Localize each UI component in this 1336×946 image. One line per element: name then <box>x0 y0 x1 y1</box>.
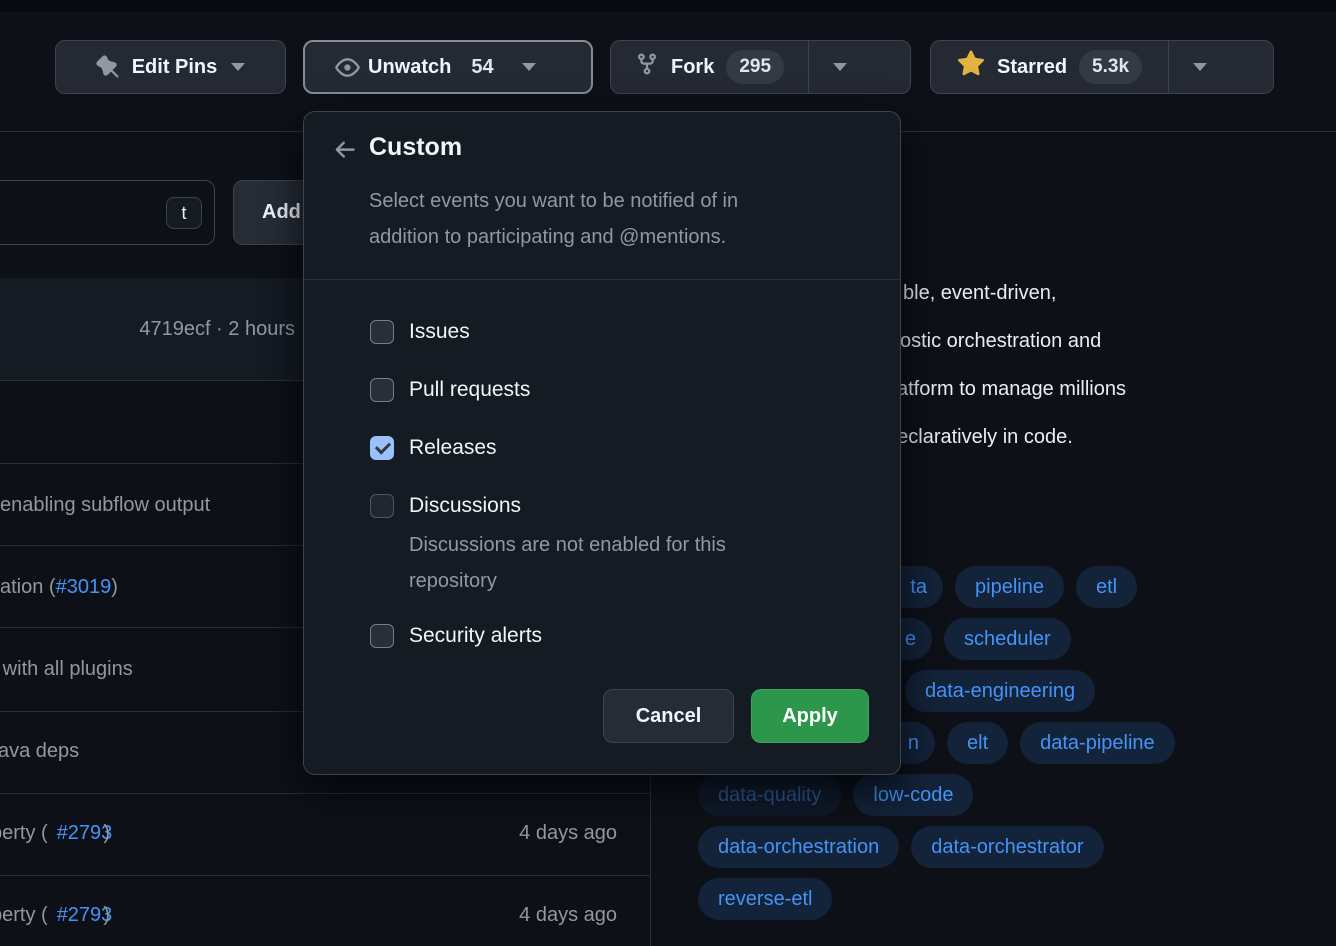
pin-icon <box>96 55 120 79</box>
commit-message: perty ( <box>0 904 48 926</box>
discussions-note: repository <box>409 570 497 593</box>
edit-pins-button[interactable]: Edit Pins <box>55 40 286 94</box>
topics-row: n elt data-pipeline <box>860 722 1175 764</box>
popover-divider <box>304 279 900 280</box>
fork-dropdown-button[interactable] <box>808 41 871 93</box>
topic-tag[interactable]: data-engineering <box>905 670 1095 712</box>
topic-tag[interactable]: data-pipeline <box>1020 722 1175 764</box>
fork-count-badge: 295 <box>726 50 784 84</box>
fork-label: Fork <box>671 56 714 79</box>
chevron-down-icon <box>231 63 245 71</box>
star-icon <box>957 50 985 84</box>
repo-description-line: ble, event-driven, <box>903 282 1056 305</box>
discussions-checkbox[interactable] <box>370 494 394 518</box>
eye-icon <box>335 55 360 80</box>
pull-requests-label[interactable]: Pull requests <box>409 378 530 402</box>
unwatch-button[interactable]: Unwatch 54 <box>303 40 593 94</box>
releases-label[interactable]: Releases <box>409 436 497 460</box>
chevron-down-icon <box>833 63 847 71</box>
popover-title: Custom <box>369 133 462 162</box>
topic-tag[interactable]: data-orchestration <box>698 826 899 868</box>
topic-tag[interactable]: scheduler <box>944 618 1071 660</box>
chevron-down-icon <box>522 63 536 71</box>
unwatch-label: Unwatch <box>368 56 451 79</box>
topics-row: data-engineering <box>905 670 1095 712</box>
latest-commit-link[interactable]: 4719ecf · 2 hours <box>0 318 295 341</box>
commit-message: ava deps <box>0 740 79 762</box>
topics-row: data-quality low-code <box>698 774 973 816</box>
commit-message: ation ( <box>0 576 56 598</box>
topics-row: data-orchestration data-orchestrator <box>698 826 1104 868</box>
topic-tag[interactable]: reverse-etl <box>698 878 832 920</box>
starred-button[interactable]: Starred 5.3k <box>931 41 1168 93</box>
releases-checkbox[interactable] <box>370 436 394 460</box>
popover-subtitle: Select events you want to be notified of… <box>369 190 738 213</box>
pull-requests-checkbox[interactable] <box>370 378 394 402</box>
row-divider <box>0 875 650 876</box>
watchers-count: 54 <box>471 56 493 79</box>
top-edge-strip <box>0 0 1336 12</box>
repo-description-line: ostic orchestration and <box>900 330 1101 353</box>
security-alerts-checkbox[interactable] <box>370 624 394 648</box>
popover-subtitle: addition to participating and @mentions. <box>369 226 726 249</box>
repo-description-line: declaratively in code. <box>886 426 1073 449</box>
commit-message-suffix: ) <box>111 576 118 598</box>
commit-message: perty ( <box>0 822 48 844</box>
commit-age: 4 days ago <box>400 904 617 927</box>
edit-pins-label: Edit Pins <box>132 56 218 79</box>
commit-message: e with all plugins <box>0 658 133 680</box>
apply-button[interactable]: Apply <box>751 689 869 743</box>
issues-checkbox[interactable] <box>370 320 394 344</box>
discussions-note: Discussions are not enabled for this <box>409 534 726 557</box>
shortcut-key-badge: t <box>166 197 202 229</box>
issues-label[interactable]: Issues <box>409 320 470 344</box>
back-button[interactable] <box>331 137 359 165</box>
discussions-label[interactable]: Discussions <box>409 494 521 518</box>
topics-row: ta pipeline etl <box>860 566 1137 608</box>
fork-button[interactable]: Fork 295 <box>611 41 808 93</box>
security-alerts-label[interactable]: Security alerts <box>409 624 542 648</box>
topics-row: reverse-etl <box>698 878 832 920</box>
star-button-group: Starred 5.3k <box>930 40 1274 94</box>
go-to-file-input[interactable]: t <box>0 180 215 245</box>
topic-tag[interactable]: elt <box>947 722 1008 764</box>
starred-label: Starred <box>997 56 1067 79</box>
commit-message-suffix: ) <box>103 904 110 926</box>
topic-tag[interactable]: data-orchestrator <box>911 826 1103 868</box>
star-dropdown-button[interactable] <box>1168 41 1231 93</box>
topic-tag[interactable]: etl <box>1076 566 1137 608</box>
topic-tag[interactable]: pipeline <box>955 566 1064 608</box>
topic-tag[interactable]: low-code <box>853 774 973 816</box>
cancel-button[interactable]: Cancel <box>603 689 734 743</box>
add-file-label: Add <box>262 201 301 224</box>
fork-button-group: Fork 295 <box>610 40 911 94</box>
custom-notifications-popover: Custom Select events you want to be noti… <box>303 111 901 775</box>
commit-message-suffix: ) <box>103 822 110 844</box>
github-repo-page: Edit Pins Unwatch 54 Fork 295 Starred 5.… <box>0 0 1336 946</box>
pr-link[interactable]: #3019 <box>56 576 112 598</box>
commit-message: enabling subflow output <box>0 494 210 516</box>
fork-icon <box>635 52 659 82</box>
topic-tag[interactable]: data-quality <box>698 774 841 816</box>
row-divider <box>0 793 650 794</box>
chevron-down-icon <box>1193 63 1207 71</box>
commit-age: 4 days ago <box>400 822 617 845</box>
arrow-left-icon <box>332 151 358 166</box>
repo-description-line: atform to manage millions <box>897 378 1126 401</box>
star-count-badge: 5.3k <box>1079 50 1142 84</box>
